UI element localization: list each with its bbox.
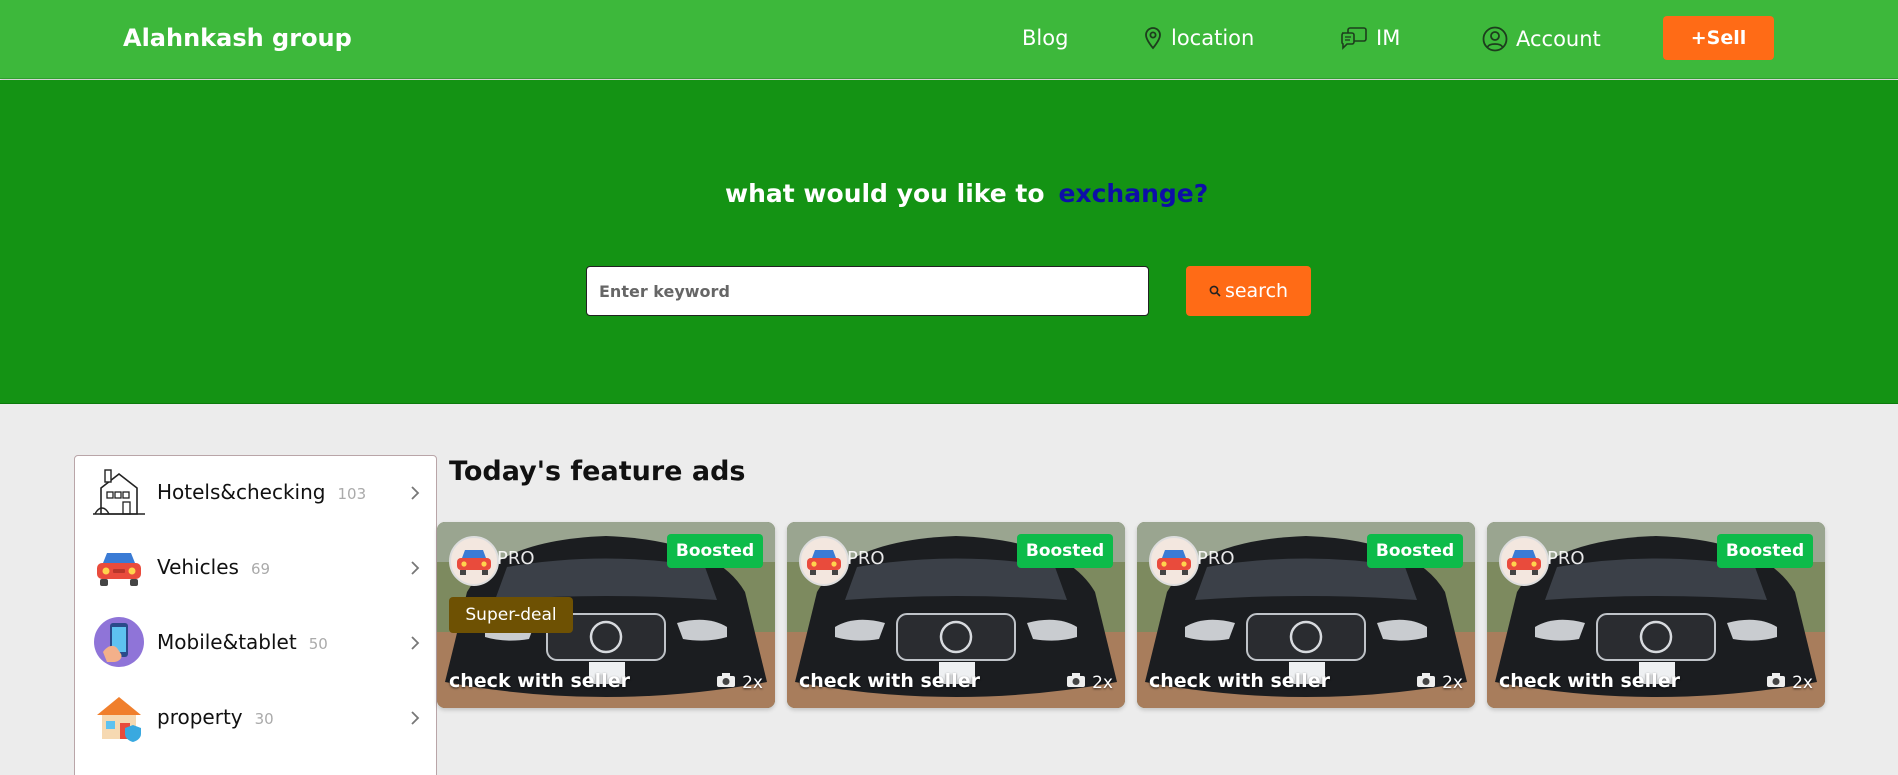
- search-button[interactable]: search: [1186, 266, 1311, 316]
- camera-icon: [716, 672, 736, 693]
- photo-count-label: 2x: [742, 672, 763, 693]
- feature-ads-title: Today's feature ads: [449, 456, 746, 487]
- photo-count: 2x: [716, 672, 763, 693]
- hero-title-accent: exchange?: [1058, 179, 1209, 208]
- boosted-badge: Boosted: [1017, 534, 1113, 568]
- ad-title: check with seller: [449, 670, 630, 692]
- chat-icon: [1340, 26, 1368, 50]
- ad-card[interactable]: PRO Boosted check with seller 2x: [1487, 522, 1825, 708]
- nav-account[interactable]: Account: [1482, 26, 1601, 52]
- category-name: Hotels&checking: [157, 480, 326, 504]
- seller-avatar: [449, 536, 499, 586]
- nav-im[interactable]: IM: [1340, 26, 1400, 50]
- category-label: property 30: [157, 705, 274, 729]
- location-pin-icon: [1143, 26, 1163, 50]
- category-name: Mobile&tablet: [157, 630, 297, 654]
- photo-count-label: 2x: [1792, 672, 1813, 693]
- house-icon: [93, 691, 145, 743]
- camera-icon: [1066, 672, 1086, 693]
- nav-blog[interactable]: Blog: [1022, 26, 1068, 50]
- category-item-property[interactable]: property 30: [75, 681, 436, 756]
- car-icon: [93, 541, 145, 593]
- chevron-right-icon: [409, 484, 421, 502]
- camera-icon: [1416, 672, 1436, 693]
- category-label: Mobile&tablet 50: [157, 630, 328, 654]
- nav-im-label: IM: [1376, 26, 1401, 50]
- nav-blog-label: Blog: [1022, 26, 1069, 50]
- ad-title: check with seller: [799, 670, 980, 692]
- boosted-badge: Boosted: [667, 534, 763, 568]
- photo-count-label: 2x: [1442, 672, 1463, 693]
- category-count: 69: [250, 560, 271, 578]
- nav-location-label: location: [1171, 26, 1255, 50]
- top-navbar: Alahnkash group Blog location IM Account…: [0, 0, 1898, 79]
- search-input[interactable]: [586, 266, 1149, 316]
- category-sidebar: Hotels&checking 103 Vehicles 69 Mobile&tab…: [74, 455, 437, 775]
- super-deal-badge: Super-deal: [449, 597, 573, 633]
- category-item-hotels[interactable]: Hotels&checking 103: [75, 456, 436, 531]
- photo-count: 2x: [1766, 672, 1813, 693]
- pro-badge: PRO: [497, 548, 535, 569]
- photo-count: 2x: [1066, 672, 1113, 693]
- pro-badge: PRO: [847, 548, 885, 569]
- camera-icon: [1766, 672, 1786, 693]
- category-count: 50: [308, 635, 328, 653]
- category-name: property: [157, 705, 243, 729]
- mobile-icon: [93, 616, 145, 668]
- boosted-badge: Boosted: [1367, 534, 1463, 568]
- user-circle-icon: [1482, 26, 1508, 52]
- category-label: Vehicles 69: [157, 555, 270, 579]
- boosted-badge: Boosted: [1717, 534, 1813, 568]
- ad-title: check with seller: [1499, 670, 1680, 692]
- seller-avatar: [799, 536, 849, 586]
- chevron-right-icon: [409, 559, 421, 577]
- category-item-mobile[interactable]: Mobile&tablet 50: [75, 606, 436, 681]
- category-label: Hotels&checking 103: [157, 480, 366, 504]
- ad-card[interactable]: PRO Boosted check with seller 2x: [1137, 522, 1475, 708]
- category-name: Vehicles: [157, 555, 239, 579]
- seller-avatar: [1499, 536, 1549, 586]
- hero-title-lead: what would you like to: [725, 179, 1045, 208]
- hero-title: what would you like to exchange?: [725, 179, 1208, 208]
- category-count: 30: [254, 710, 274, 728]
- category-item-vehicles[interactable]: Vehicles 69: [75, 531, 436, 606]
- brand-logo[interactable]: Alahnkash group: [123, 24, 352, 52]
- nav-location[interactable]: location: [1143, 26, 1254, 50]
- photo-count-label: 2x: [1092, 672, 1113, 693]
- ad-card[interactable]: PRO Boosted check with seller 2x: [787, 522, 1125, 708]
- photo-count: 2x: [1416, 672, 1463, 693]
- sell-button[interactable]: +Sell: [1663, 16, 1774, 60]
- chevron-right-icon: [409, 709, 421, 727]
- nav-account-label: Account: [1516, 27, 1601, 51]
- ad-card[interactable]: PRO Boosted Super-deal check with seller…: [437, 522, 775, 708]
- seller-avatar: [1149, 536, 1199, 586]
- ad-title: check with seller: [1149, 670, 1330, 692]
- search-button-label: search: [1224, 280, 1289, 302]
- hero-search-section: what would you like to exchange? search: [0, 80, 1898, 404]
- chevron-right-icon: [409, 634, 421, 652]
- pro-badge: PRO: [1547, 548, 1585, 569]
- pro-badge: PRO: [1197, 548, 1235, 569]
- hotel-icon: [93, 466, 145, 518]
- category-count: 103: [337, 485, 367, 503]
- search-icon: [1209, 280, 1221, 302]
